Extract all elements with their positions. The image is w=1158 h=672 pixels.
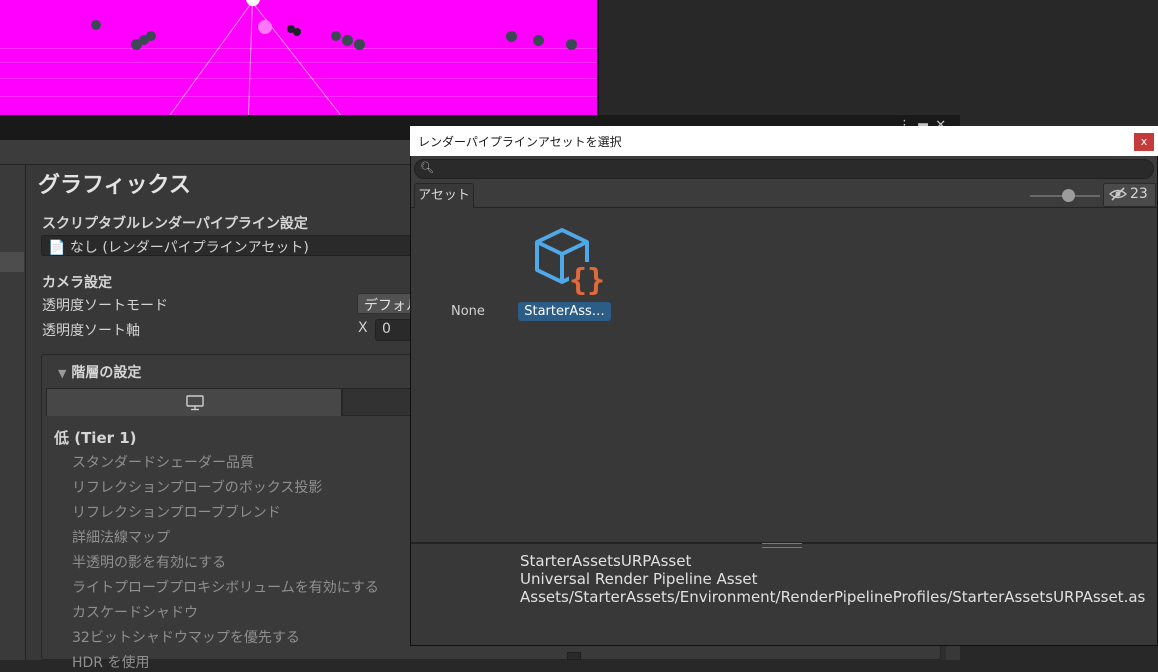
- tier-item: カスケードシャドウ: [72, 605, 198, 621]
- panel-divider: [597, 0, 599, 115]
- monitor-icon: [186, 395, 204, 411]
- srp-asset-value: なし (レンダーパイプラインアセット): [69, 240, 309, 256]
- sort-axis-x-label: X: [358, 320, 368, 336]
- grid-line: [0, 48, 597, 49]
- picker-title: レンダーパイプラインアセットを選択: [418, 135, 622, 149]
- grid-line: [0, 96, 597, 97]
- scene-object: [258, 20, 272, 34]
- close-button[interactable]: x: [1134, 133, 1154, 151]
- grid-line: [158, 0, 254, 115]
- tier-item: HDR を使用: [72, 655, 150, 671]
- scene-object: [354, 39, 365, 50]
- eye-hidden-icon: [1109, 187, 1127, 201]
- tab-standalone[interactable]: [46, 388, 342, 416]
- scene-object: [293, 28, 301, 36]
- settings-category-selected[interactable]: [0, 252, 24, 272]
- hidden-count: 23: [1130, 186, 1148, 202]
- asset-details-clip: StarterAssetsURPAsset Universal Render P…: [411, 544, 1146, 645]
- tier-item: 32ビットシャドウマップを優先する: [72, 630, 300, 646]
- settings-category-list[interactable]: [0, 165, 26, 660]
- asset-grid: [411, 208, 1157, 542]
- grid-line: [247, 0, 253, 115]
- scene-object: [566, 39, 577, 50]
- page-title: グラフィックス: [38, 173, 191, 198]
- tier-item: 詳細法線マップ: [72, 530, 170, 546]
- grid-line: [0, 62, 597, 63]
- grid-line: [250, 0, 350, 115]
- sort-mode-label: 透明度ソートモード: [42, 298, 168, 314]
- tier-item: ライトプローブプロキシボリュームを有効にする: [72, 580, 379, 596]
- detail-asset-type: Universal Render Pipeline Asset: [520, 570, 758, 588]
- scene-viewport[interactable]: [0, 0, 597, 115]
- tier-heading: 低 (Tier 1): [54, 429, 137, 447]
- hdr-checkbox[interactable]: [567, 652, 581, 660]
- asset-item-starter-assets[interactable]: StarterAss…: [518, 302, 611, 321]
- srp-settings-label: スクリプタブルレンダーパイプライン設定: [42, 216, 308, 232]
- tier-item: 半透明の影を有効にする: [72, 555, 227, 571]
- tier-item: スタンダードシェーダー品質: [72, 455, 254, 471]
- detail-asset-path: Assets/StarterAssets/Environment/RenderP…: [520, 588, 1146, 606]
- tier-item: リフレクションプローブブレンド: [72, 505, 281, 521]
- scene-object: [146, 31, 156, 41]
- tier-item: リフレクションプローブのボックス投影: [72, 480, 323, 496]
- script-asset-icon[interactable]: {}: [531, 226, 607, 298]
- scene-object: [506, 31, 517, 42]
- camera-settings-label: カメラ設定: [42, 275, 112, 291]
- search-icon: 🔍︎: [420, 161, 434, 174]
- triangle-down-icon: ▼: [58, 367, 67, 380]
- sort-axis-label: 透明度ソート軸: [42, 323, 140, 339]
- svg-text:{}: {}: [569, 263, 605, 298]
- tab-assets[interactable]: アセット: [414, 183, 474, 208]
- detail-asset-name: StarterAssetsURPAsset: [520, 552, 692, 570]
- scene-object: [533, 35, 544, 46]
- srp-asset-field[interactable]: 📄 なし (レンダーパイプラインアセット): [41, 235, 421, 256]
- tier-foldout[interactable]: ▼ 階層の設定: [58, 362, 141, 382]
- scene-object: [91, 20, 101, 30]
- file-icon: 📄: [48, 240, 66, 256]
- grid-line: [0, 78, 597, 79]
- sort-axis-x-value: 0: [382, 321, 391, 337]
- scene-object: [342, 35, 353, 46]
- asset-item-none[interactable]: None: [451, 304, 485, 319]
- search-input[interactable]: [414, 159, 1154, 179]
- tier-foldout-label: 階層の設定: [71, 365, 142, 381]
- zoom-slider-thumb[interactable]: [1062, 189, 1075, 202]
- scene-object: [331, 31, 341, 41]
